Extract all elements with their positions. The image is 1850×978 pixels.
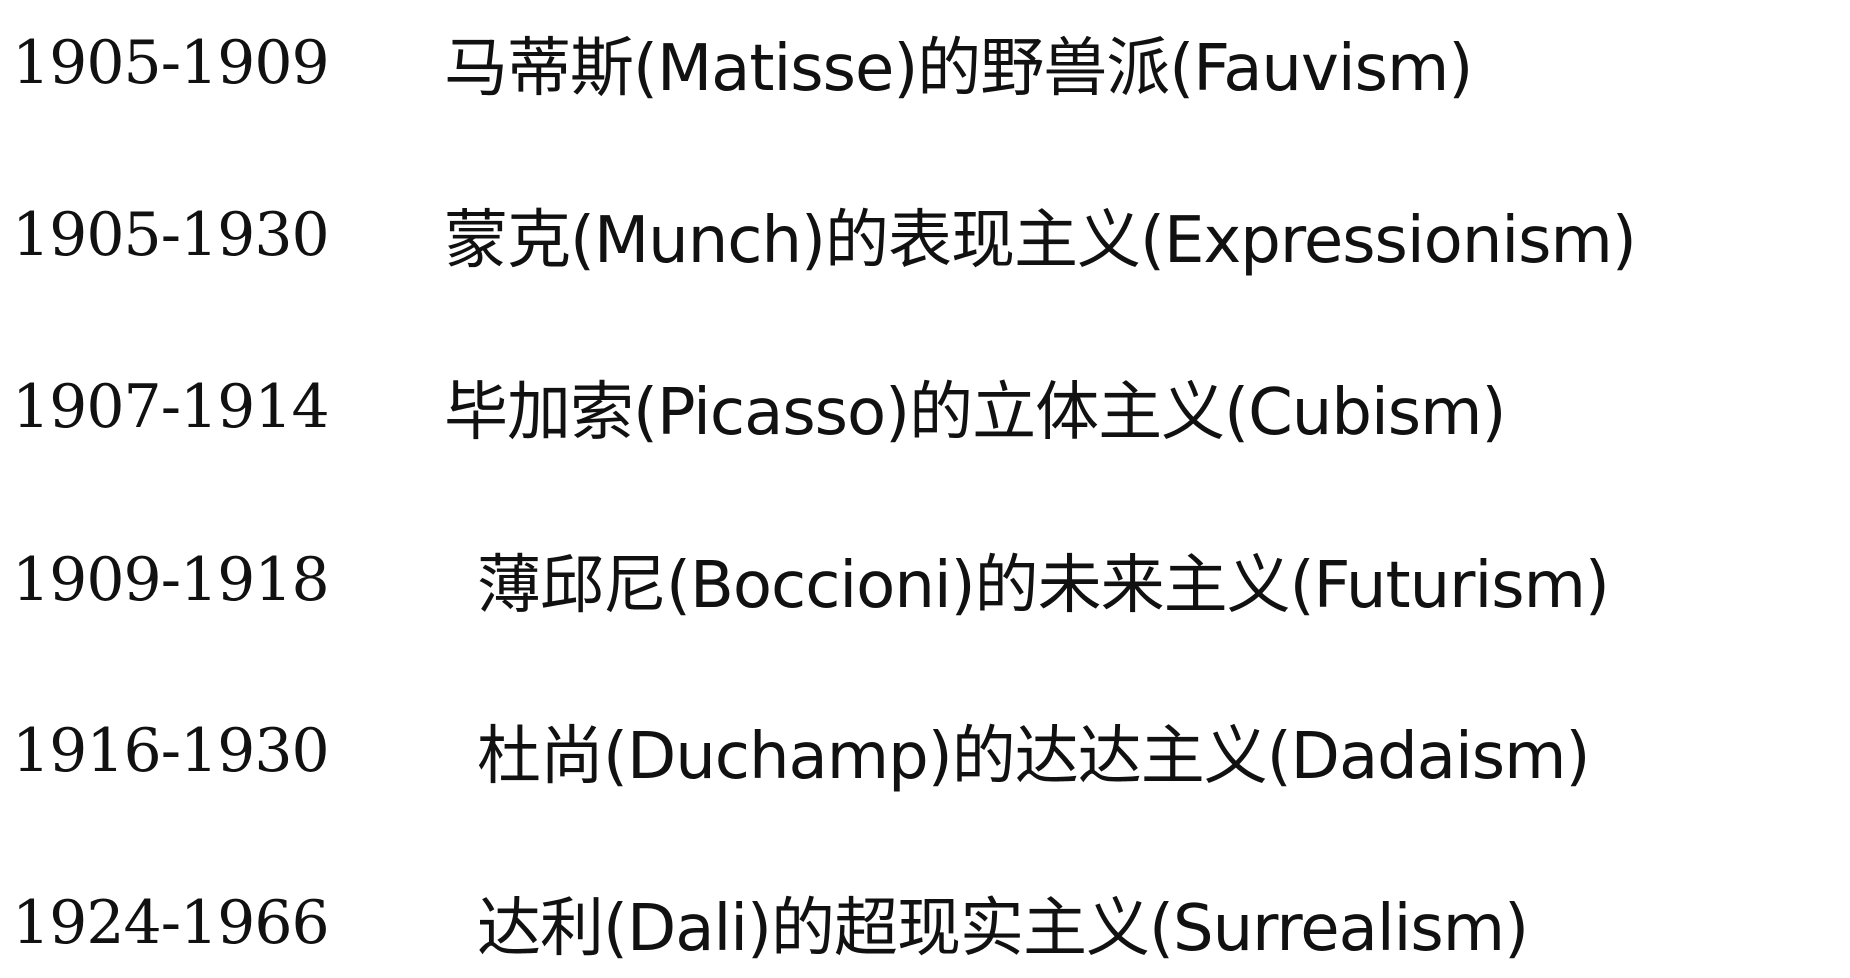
timeline-years: 1905-1930 xyxy=(12,200,330,270)
timeline-years: 1924-1966 xyxy=(12,888,330,958)
timeline-movement: 毕加索(Picasso)的立体主义(Cubism) xyxy=(444,376,1506,450)
timeline-years: 1907-1914 xyxy=(12,372,330,442)
timeline-years: 1905-1909 xyxy=(12,28,330,98)
timeline-movement: 达利(Dali)的超现实主义(Surrealism) xyxy=(477,892,1529,966)
timeline-row-5: 1916-1930 杜尚(Duchamp)的达达主义(Dadaism) xyxy=(12,696,1832,806)
timeline-row-1: 1905-1909 马蒂斯(Matisse)的野兽派(Fauvism) xyxy=(12,8,1832,118)
timeline-movement: 蒙克(Munch)的表现主义(Expressionism) xyxy=(444,204,1637,278)
timeline-years: 1916-1930 xyxy=(12,716,330,786)
timeline-row-6: 1924-1966 达利(Dali)的超现实主义(Surrealism) xyxy=(12,868,1832,978)
timeline-years: 1909-1918 xyxy=(12,545,330,615)
timeline-row-3: 1907-1914 毕加索(Picasso)的立体主义(Cubism) xyxy=(12,352,1832,462)
timeline-movement: 马蒂斯(Matisse)的野兽派(Fauvism) xyxy=(444,32,1473,106)
art-movements-timeline: 1905-1909 马蒂斯(Matisse)的野兽派(Fauvism) 1905… xyxy=(0,0,1850,974)
timeline-movement: 薄邱尼(Boccioni)的未来主义(Futurism) xyxy=(477,549,1610,623)
timeline-row-2: 1905-1930 蒙克(Munch)的表现主义(Expressionism) xyxy=(12,180,1832,290)
timeline-row-4: 1909-1918 薄邱尼(Boccioni)的未来主义(Futurism) xyxy=(12,525,1832,635)
timeline-movement: 杜尚(Duchamp)的达达主义(Dadaism) xyxy=(477,720,1590,794)
